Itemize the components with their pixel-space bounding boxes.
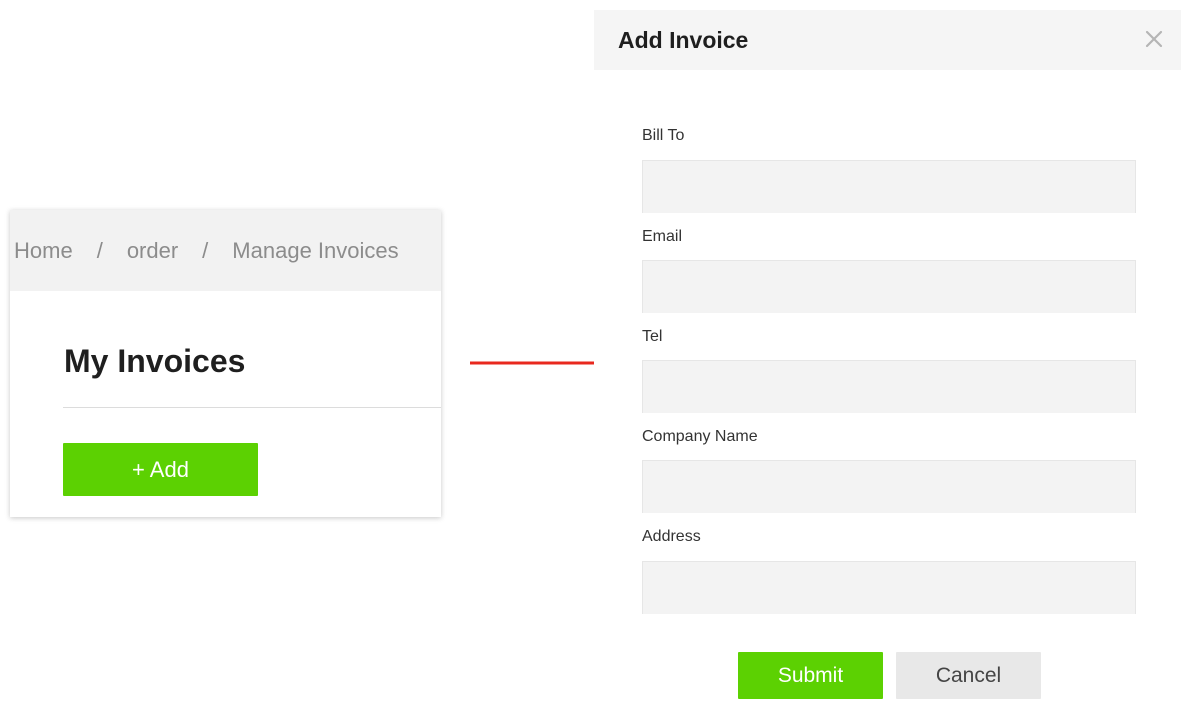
invoices-page-panel: Home / order / Manage Invoices My Invoic… bbox=[10, 210, 441, 517]
title-divider bbox=[63, 407, 441, 408]
breadcrumb-order[interactable]: order bbox=[127, 238, 178, 264]
add-invoice-modal: Add Invoice Bill To Email Tel Company Na… bbox=[594, 10, 1181, 707]
email-input[interactable] bbox=[642, 260, 1136, 313]
breadcrumb-separator: / bbox=[202, 237, 209, 263]
bill-to-input[interactable] bbox=[642, 160, 1136, 213]
company-name-label: Company Name bbox=[642, 428, 758, 445]
breadcrumb: Home / order / Manage Invoices bbox=[10, 210, 441, 291]
email-label: Email bbox=[642, 228, 683, 245]
company-name-input[interactable] bbox=[642, 460, 1136, 513]
tel-label: Tel bbox=[642, 328, 663, 345]
breadcrumb-home[interactable]: Home bbox=[14, 238, 73, 264]
address-label: Address bbox=[642, 528, 701, 545]
page-title: My Invoices bbox=[64, 343, 246, 379]
tel-input[interactable] bbox=[642, 360, 1136, 413]
breadcrumb-manage-invoices[interactable]: Manage Invoices bbox=[232, 238, 398, 264]
breadcrumb-separator: / bbox=[96, 237, 103, 263]
address-input[interactable] bbox=[642, 561, 1136, 614]
submit-button[interactable]: Submit bbox=[738, 652, 883, 699]
modal-title: Add Invoice bbox=[618, 27, 749, 53]
modal-header: Add Invoice bbox=[594, 10, 1181, 70]
close-icon[interactable] bbox=[1143, 28, 1165, 50]
cancel-button[interactable]: Cancel bbox=[896, 652, 1041, 699]
bill-to-label: Bill To bbox=[642, 127, 685, 144]
add-invoice-button[interactable]: + Add bbox=[63, 443, 258, 496]
